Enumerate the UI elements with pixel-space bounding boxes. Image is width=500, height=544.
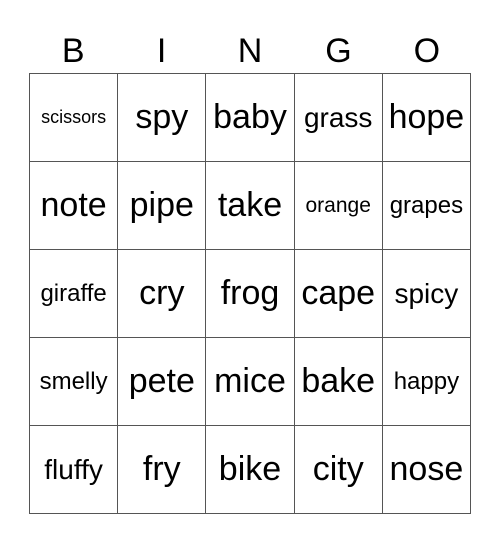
bingo-cell[interactable]: fluffy [30, 426, 119, 514]
header-letter-b: B [61, 32, 85, 70]
bingo-cell[interactable]: cape [294, 250, 383, 338]
bingo-cell[interactable]: orange [294, 162, 383, 250]
header-letter-o: O [413, 32, 441, 70]
bingo-cell[interactable]: mice [206, 338, 295, 426]
header-letter-n: N [237, 32, 263, 70]
bingo-cell[interactable]: take [206, 162, 295, 250]
bingo-cell[interactable]: pete [118, 338, 207, 426]
bingo-header: B I N G O [29, 30, 471, 72]
bingo-cell[interactable]: giraffe [30, 250, 119, 338]
bingo-cell[interactable]: note [30, 162, 119, 250]
bingo-cell[interactable]: happy [382, 338, 471, 426]
bingo-cell[interactable]: spy [118, 74, 207, 162]
bingo-cell[interactable]: cry [118, 250, 207, 338]
bingo-cell[interactable]: pipe [118, 162, 207, 250]
bingo-grid: scissors spy baby grass hope note pipe t… [29, 73, 471, 514]
header-letter-g: G [325, 32, 352, 70]
header-letter-i: I [156, 32, 167, 70]
bingo-cell[interactable]: city [294, 426, 383, 514]
bingo-cell[interactable]: baby [206, 74, 295, 162]
bingo-cell[interactable]: grapes [382, 162, 471, 250]
bingo-cell[interactable]: spicy [382, 250, 471, 338]
bingo-cell[interactable]: scissors [30, 74, 119, 162]
bingo-cell[interactable]: nose [382, 426, 471, 514]
bingo-cell[interactable]: bake [294, 338, 383, 426]
bingo-cell[interactable]: smelly [30, 338, 119, 426]
bingo-cell[interactable]: frog [206, 250, 295, 338]
bingo-cell[interactable]: grass [294, 74, 383, 162]
bingo-cell[interactable]: bike [206, 426, 295, 514]
bingo-cell[interactable]: hope [382, 74, 471, 162]
bingo-cell[interactable]: fry [118, 426, 207, 514]
